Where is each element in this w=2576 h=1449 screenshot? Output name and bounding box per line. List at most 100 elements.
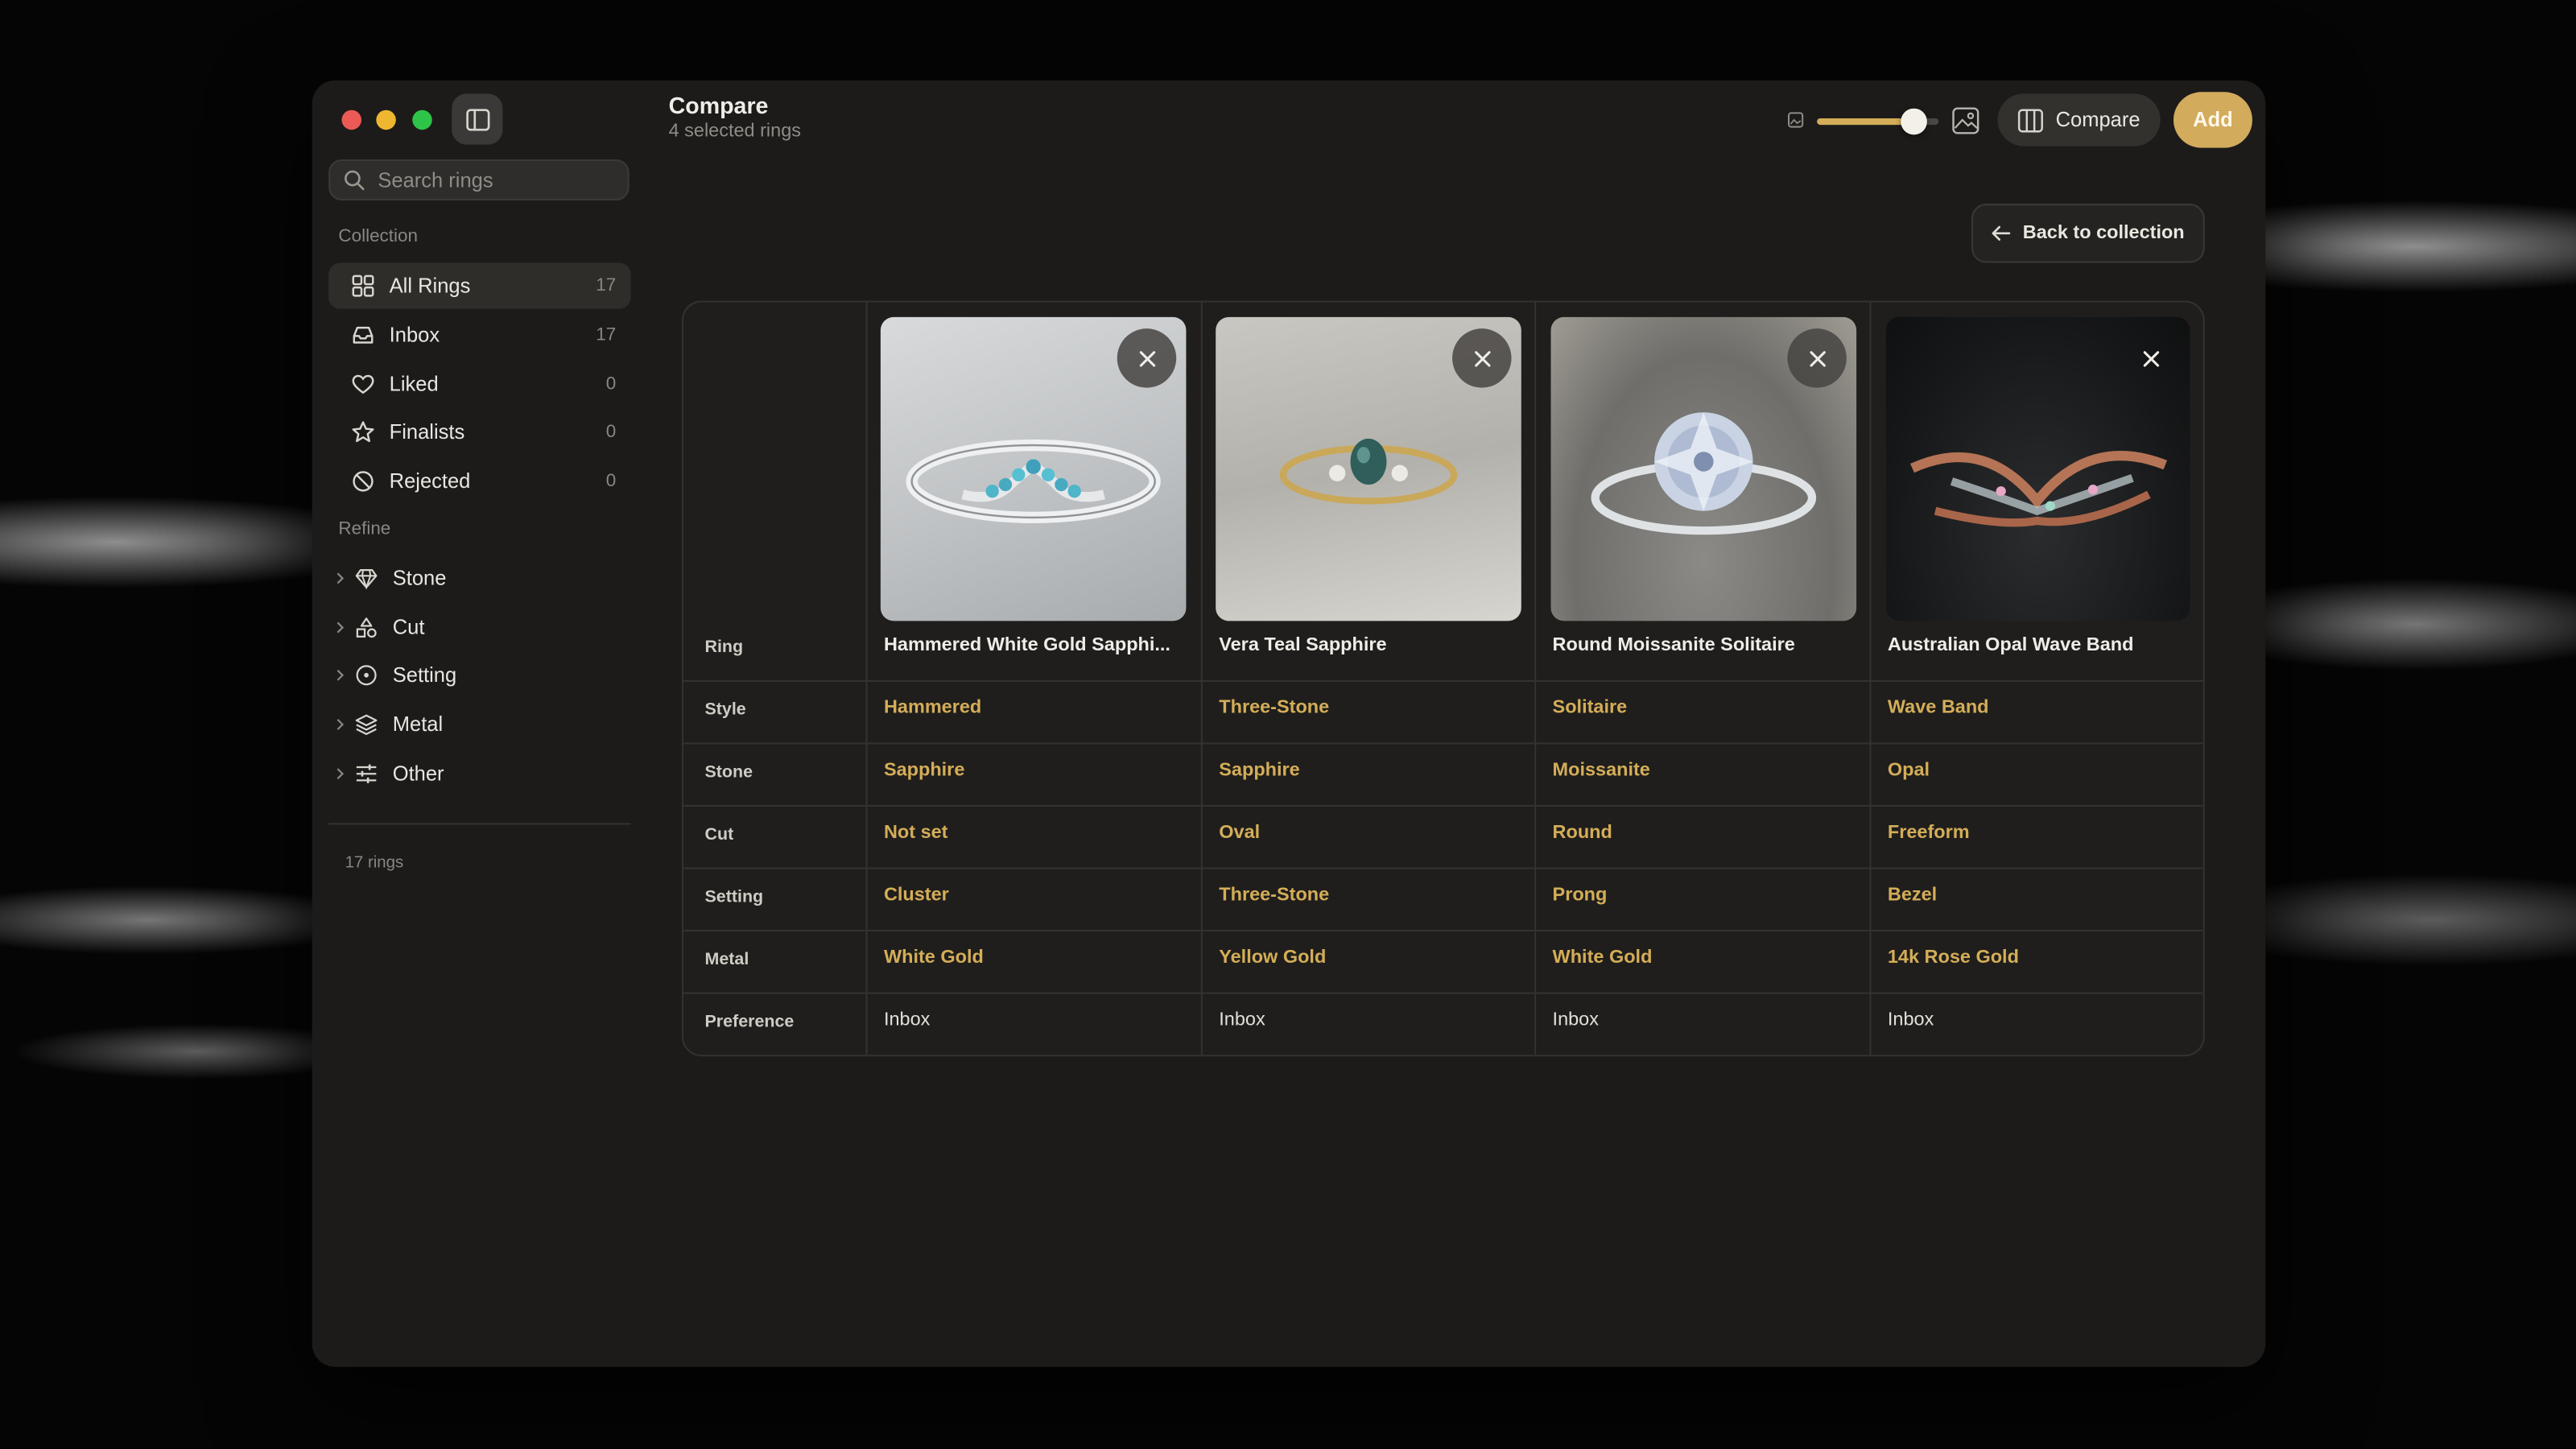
metal-value: 14k Rose Gold: [1887, 947, 2019, 968]
style-value: Three-Stone: [1219, 698, 1330, 718]
prohibited-icon: [350, 469, 377, 495]
cut-value: Not set: [883, 823, 948, 843]
refine-item-cut[interactable]: Cut: [328, 605, 631, 650]
window-maximize-button[interactable]: [412, 109, 432, 130]
row-divider: [683, 930, 2203, 932]
refine-item-stone[interactable]: Stone: [328, 555, 631, 601]
page-title: Compare: [668, 92, 769, 118]
comparison-table: Ring Style Stone Cut Setting Metal Prefe…: [681, 300, 2205, 1057]
inbox-icon: [350, 322, 377, 349]
close-icon: [1138, 350, 1155, 366]
app-window: Collection All Rings 17 Inbox 17 Liked 0…: [312, 80, 2266, 1367]
refine-item-label: Metal: [392, 712, 444, 737]
slider-thumb[interactable]: [1901, 108, 1928, 135]
sliders-icon: [353, 761, 380, 787]
refine-item-label: Setting: [392, 663, 457, 687]
column-divider: [1869, 302, 1872, 1055]
ring-name: Hammered White Gold Sapphi...: [883, 635, 1170, 656]
stone-value: Sapphire: [1219, 760, 1300, 781]
refine-item-label: Stone: [392, 567, 447, 590]
close-icon: [1474, 350, 1490, 366]
preference-value: Inbox: [1219, 1010, 1265, 1030]
sidebar-item-label: Finalists: [389, 420, 465, 444]
refine-item-label: Other: [392, 762, 444, 786]
remove-ring-button[interactable]: [1787, 328, 1847, 388]
cut-value: Freeform: [1887, 823, 1970, 843]
add-button[interactable]: Add: [2173, 92, 2252, 148]
remove-ring-button[interactable]: [2121, 328, 2180, 387]
row-label-ring: Ring: [704, 637, 744, 658]
collection-section-label: Collection: [338, 226, 419, 247]
stone-value: Sapphire: [883, 760, 965, 781]
cut-value: Round: [1552, 823, 1612, 843]
window-minimize-button[interactable]: [376, 109, 396, 130]
back-to-collection-button[interactable]: Back to collection: [1971, 204, 2205, 263]
preference-value: Inbox: [1887, 1010, 1934, 1030]
setting-value: Three-Stone: [1219, 885, 1330, 906]
column-divider: [865, 302, 868, 1055]
grid-icon: [350, 273, 377, 299]
sidebar-toggle-button[interactable]: [452, 93, 503, 145]
stone-value: Opal: [1887, 760, 1930, 781]
back-button-label: Back to collection: [2022, 223, 2185, 244]
refine-section-label: Refine: [338, 518, 391, 539]
compare-button[interactable]: Compare: [1997, 93, 2161, 147]
row-label-preference: Preference: [704, 1012, 795, 1032]
style-value: Hammered: [883, 698, 982, 718]
stone-value: Moissanite: [1552, 760, 1650, 781]
refine-item-label: Cut: [392, 616, 425, 639]
ring-image[interactable]: [1885, 316, 2190, 621]
sidebar-item-liked[interactable]: Liked 0: [328, 361, 631, 407]
close-icon: [2142, 350, 2159, 366]
row-label-cut: Cut: [704, 824, 734, 844]
metal-value: Yellow Gold: [1219, 947, 1327, 968]
star-icon: [350, 419, 377, 445]
row-label-style: Style: [704, 700, 746, 720]
chevron-right-icon: [332, 718, 348, 731]
sidebar-item-inbox[interactable]: Inbox 17: [328, 312, 631, 358]
remove-ring-button[interactable]: [1117, 328, 1177, 388]
row-label-stone: Stone: [704, 762, 753, 782]
row-divider: [683, 867, 2203, 869]
page-subtitle: 4 selected rings: [668, 122, 801, 142]
remove-ring-button[interactable]: [1452, 328, 1512, 388]
sidebar-item-label: Liked: [389, 373, 439, 396]
row-divider: [683, 679, 2203, 682]
column-divider: [1534, 302, 1537, 1055]
sidebar-item-count: 17: [596, 275, 617, 296]
sidebar: Collection All Rings 17 Inbox 17 Liked 0…: [312, 80, 650, 1367]
sidebar-item-label: Rejected: [389, 469, 471, 493]
sidebar-item-count: 17: [596, 325, 617, 345]
row-label-setting: Setting: [704, 887, 764, 907]
sidebar-item-all-rings[interactable]: All Rings 17: [328, 262, 631, 309]
sidebar-item-label: All Rings: [389, 274, 471, 298]
sidebar-item-count: 0: [605, 374, 617, 394]
refine-item-metal[interactable]: Metal: [328, 701, 631, 747]
small-image-icon: [1788, 112, 1804, 128]
preference-value: Inbox: [1552, 1010, 1599, 1030]
search-icon: [345, 170, 365, 191]
sidebar-item-finalists[interactable]: Finalists 0: [328, 409, 631, 455]
search-input[interactable]: [374, 167, 612, 193]
search-box[interactable]: [328, 159, 630, 200]
ring-image[interactable]: [880, 316, 1187, 621]
refine-item-other[interactable]: Other: [328, 751, 631, 797]
preference-value: Inbox: [883, 1010, 931, 1030]
sidebar-icon: [465, 108, 489, 130]
setting-value: Prong: [1552, 885, 1608, 906]
row-divider: [683, 804, 2203, 807]
chevron-right-icon: [332, 621, 348, 634]
size-slider[interactable]: [1787, 107, 1984, 135]
sidebar-item-rejected[interactable]: Rejected 0: [328, 458, 631, 504]
ring-image[interactable]: [1216, 316, 1521, 621]
refine-item-setting[interactable]: Setting: [328, 652, 631, 698]
column-divider: [1200, 302, 1203, 1055]
shapes-icon: [353, 614, 380, 641]
ring-image[interactable]: [1550, 316, 1857, 621]
metal-value: White Gold: [1552, 947, 1653, 968]
window-close-button[interactable]: [341, 109, 361, 130]
ring-name: Vera Teal Sapphire: [1219, 635, 1387, 656]
chevron-right-icon: [332, 767, 348, 780]
diamond-icon: [353, 565, 380, 592]
large-image-icon: [1952, 107, 1979, 134]
